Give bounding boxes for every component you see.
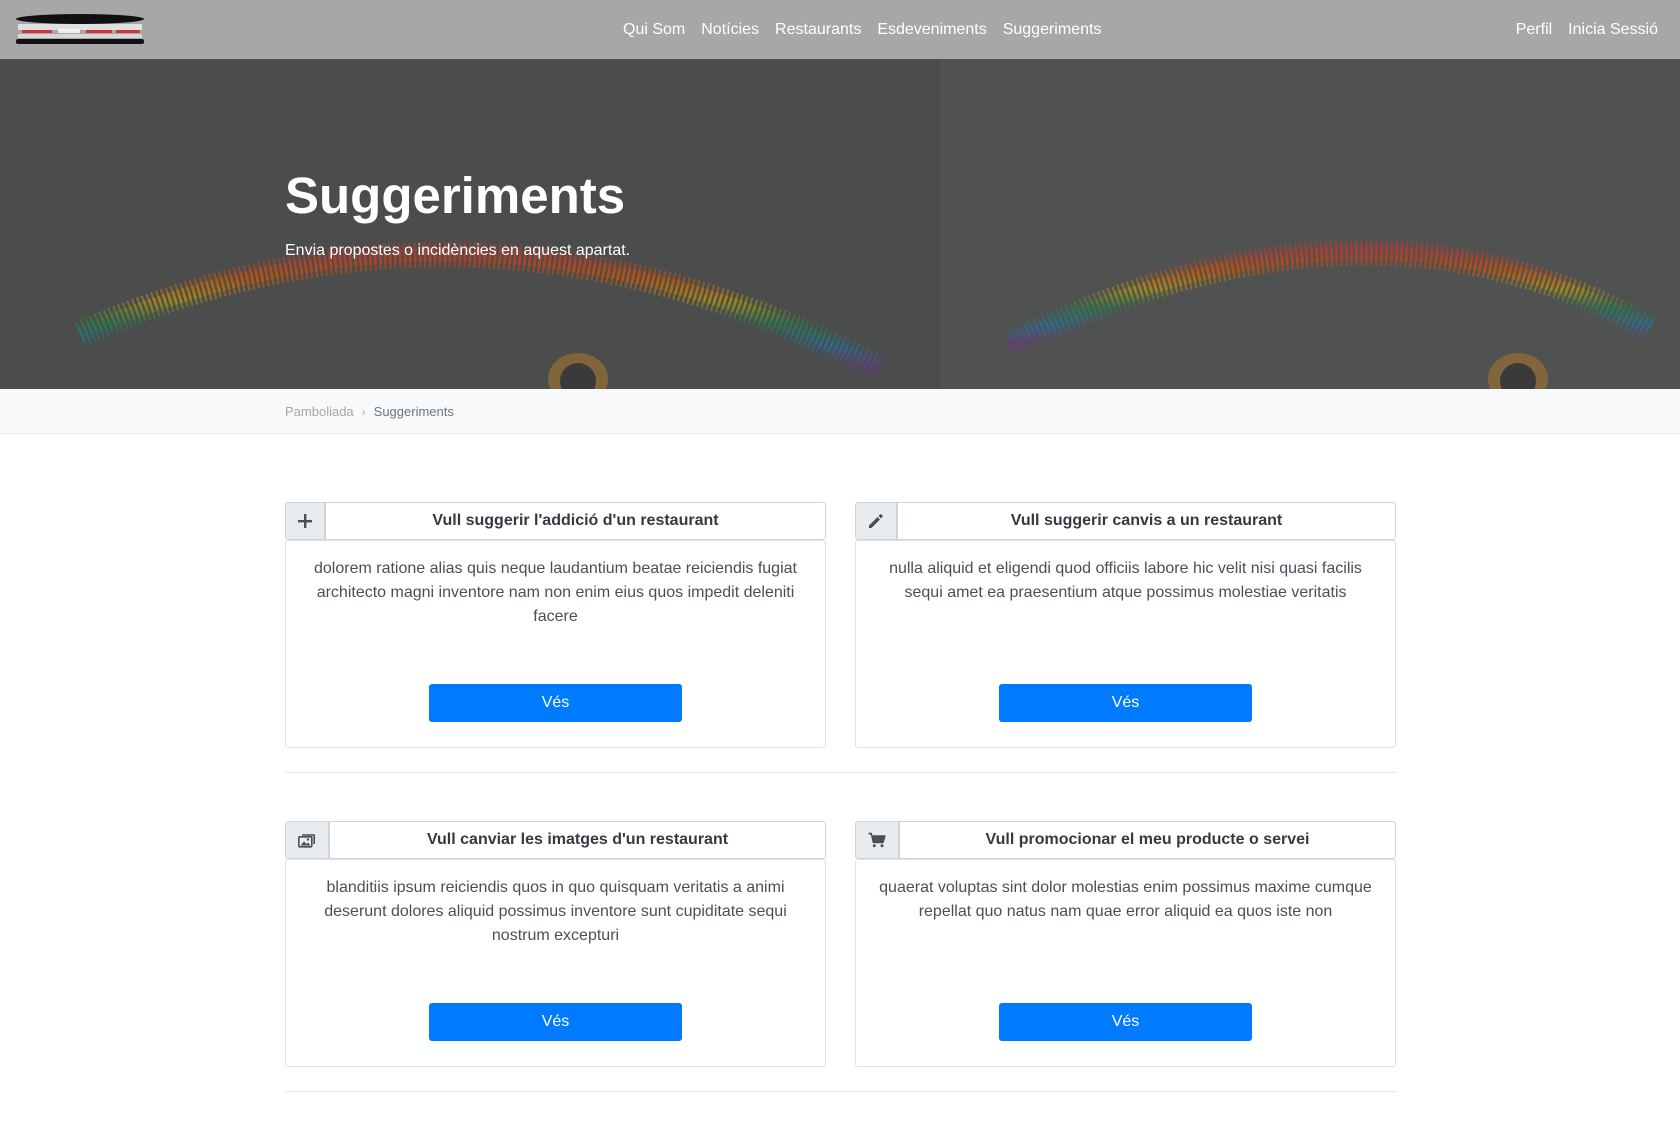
page-title: Suggeriments — [285, 167, 626, 224]
breadcrumb-current: Suggeriments — [373, 404, 454, 419]
nav-link-restaurants[interactable]: Restaurants — [775, 21, 861, 39]
breadcrumb-separator: › — [361, 404, 366, 419]
site-logo[interactable] — [16, 14, 144, 45]
card-description: quaerat voluptas sint dolor molestias en… — [879, 879, 1372, 920]
nav-link-suggeriments[interactable]: Suggeriments — [1003, 21, 1102, 39]
go-button[interactable]: Vés — [999, 684, 1252, 722]
go-button[interactable]: Vés — [999, 1003, 1252, 1041]
nav-link-noticies[interactable]: Notícies — [701, 21, 759, 39]
hero-banner: Suggeriments Envia propostes o incidènci… — [0, 59, 1680, 389]
page-subtitle: Envia propostes o incidències en aquest … — [285, 242, 631, 259]
breadcrumb-home-link[interactable]: Pamboliada — [285, 404, 354, 419]
card-description: dolorem ratione alias quis neque laudant… — [314, 560, 797, 625]
main-nav: Qui Som Notícies Restaurants Esdevenimen… — [623, 0, 1117, 59]
breadcrumb: Pamboliada › Suggeriments — [0, 389, 1680, 434]
nav-link-qui-som[interactable]: Qui Som — [623, 21, 685, 39]
images-icon — [285, 821, 329, 859]
card-description: nulla aliquid et eligendi quod officiis … — [889, 560, 1362, 601]
card-title: Vull promocionar el meu producte o serve… — [899, 821, 1396, 859]
card-title: Vull suggerir canvis a un restaurant — [897, 502, 1396, 540]
account-nav: Perfil Inicia Sessió — [1516, 0, 1658, 59]
plus-icon — [285, 502, 325, 540]
nav-link-login[interactable]: Inicia Sessió — [1568, 21, 1658, 39]
card-title: Vull canviar les imatges d'un restaurant — [329, 821, 826, 859]
section-divider — [285, 1091, 1396, 1092]
navbar: Qui Som Notícies Restaurants Esdevenimen… — [0, 0, 1680, 59]
card-description: blanditiis ipsum reiciendis quos in quo … — [324, 879, 787, 944]
nav-link-profile[interactable]: Perfil — [1516, 21, 1552, 39]
cart-icon — [855, 821, 899, 859]
nav-link-esdeveniments[interactable]: Esdeveniments — [877, 21, 986, 39]
go-button[interactable]: Vés — [429, 1003, 682, 1041]
go-button[interactable]: Vés — [429, 684, 682, 722]
pencil-icon — [855, 502, 897, 540]
section-divider — [285, 772, 1396, 773]
hero-background-image — [0, 59, 1680, 389]
card-title: Vull suggerir l'addició d'un restaurant — [325, 502, 826, 540]
